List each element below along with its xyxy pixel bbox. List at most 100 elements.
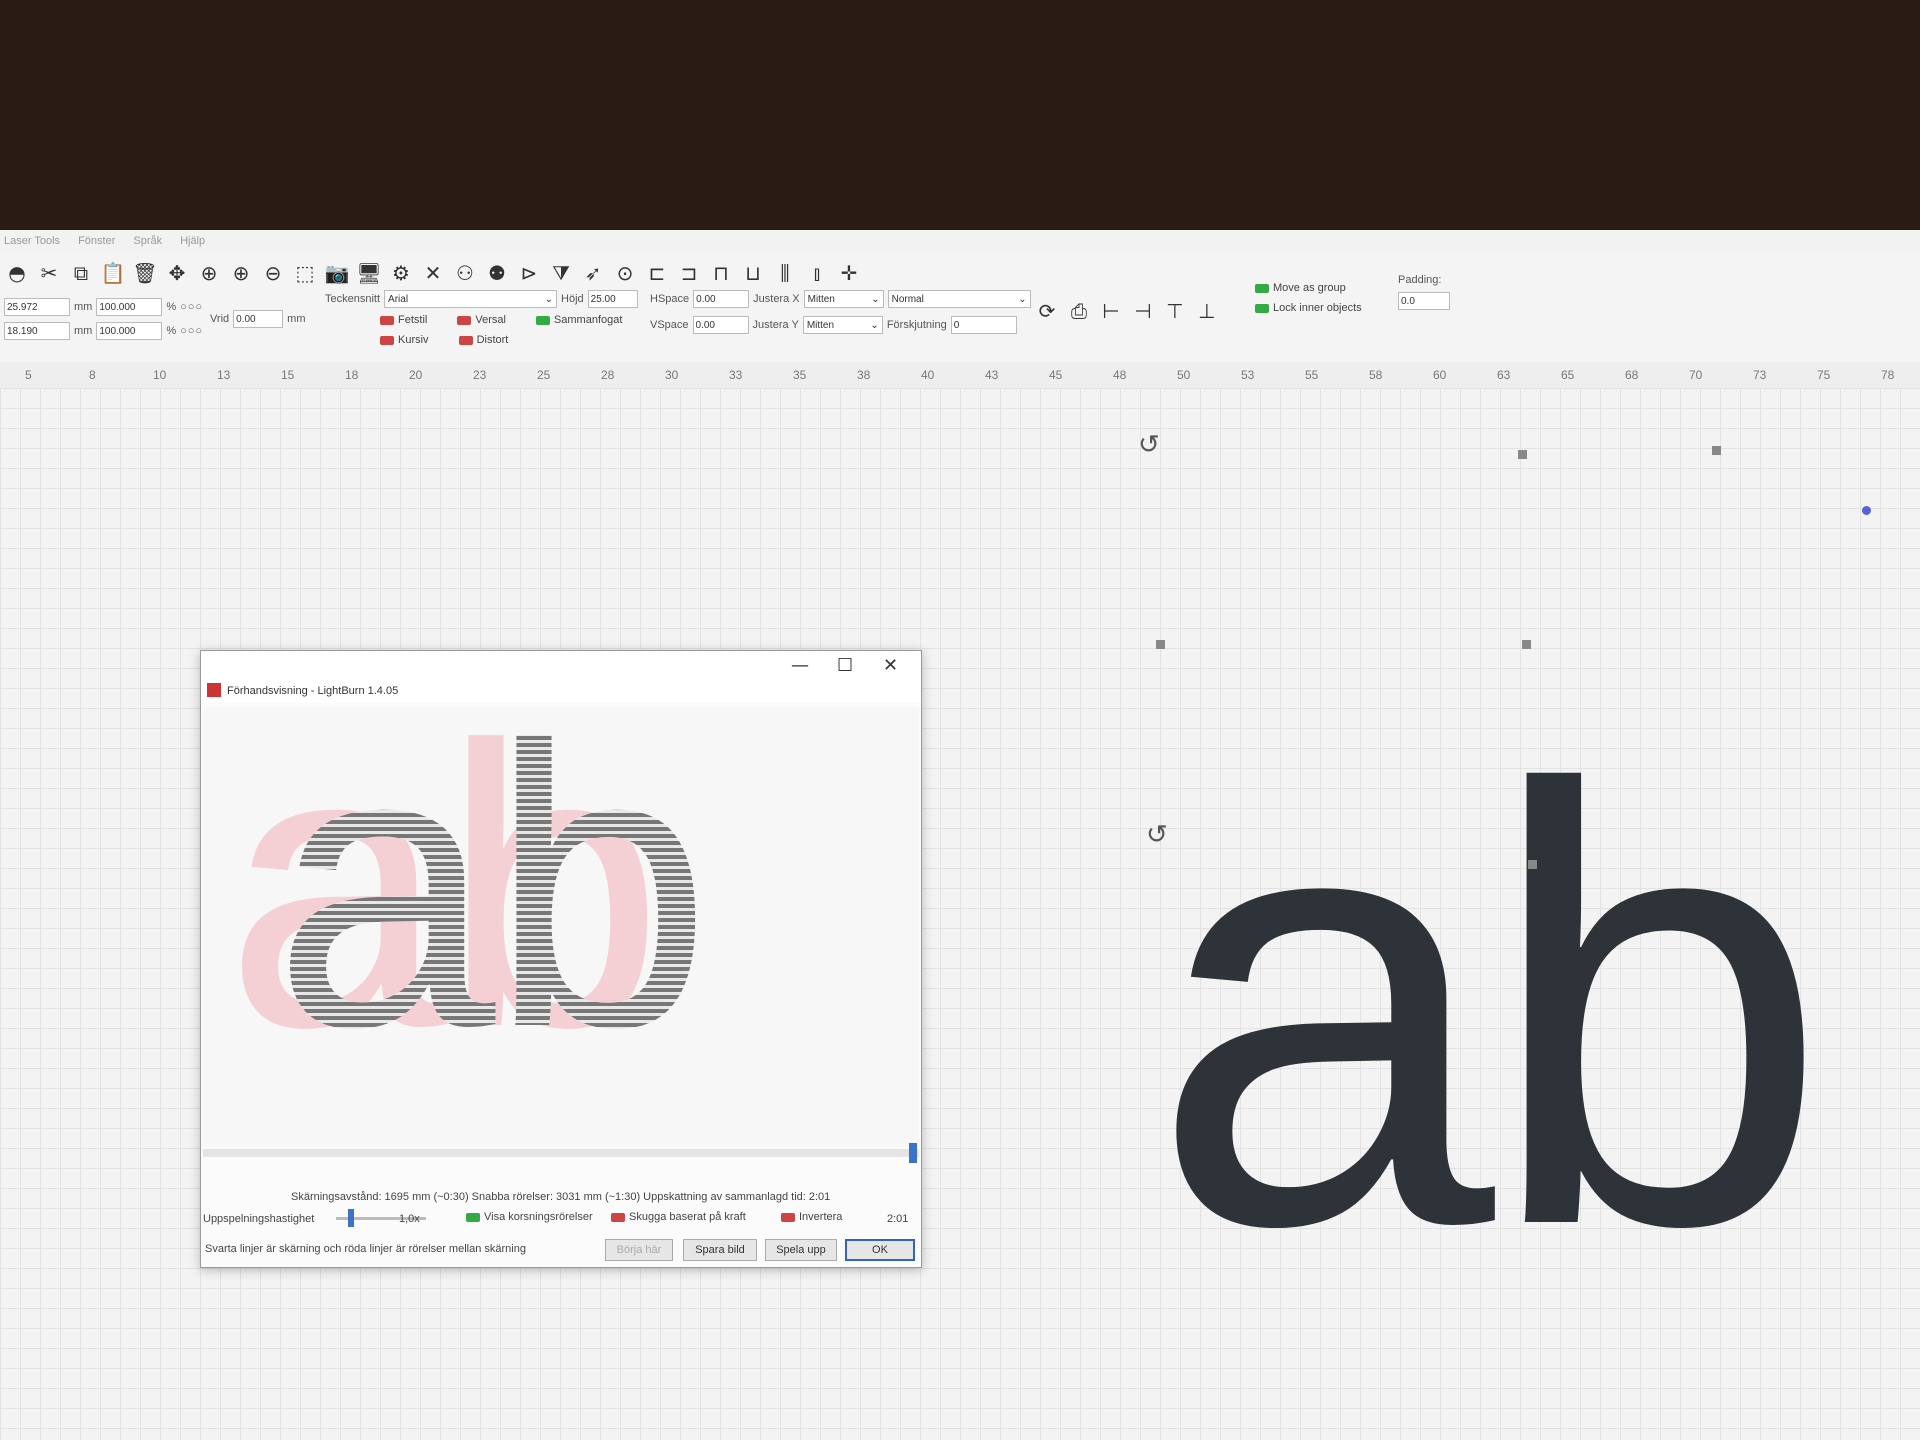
ruler-tick-label: 10	[153, 368, 167, 382]
copy-icon[interactable]: ⧉	[68, 260, 94, 286]
open-icon[interactable]: ◓	[4, 260, 30, 286]
padding-input[interactable]	[1398, 292, 1450, 310]
start-here-button[interactable]: Börja här	[605, 1239, 673, 1261]
target-icon[interactable]: ⊙	[612, 260, 638, 286]
bold-toggle[interactable]: Fetstil	[380, 314, 427, 326]
toggle-indicator	[535, 315, 550, 325]
show-traversal-toggle[interactable]: Visa korsningsrörelser	[466, 1211, 593, 1223]
align-left-icon[interactable]: ⊏	[644, 260, 670, 286]
distribute-h-icon[interactable]: ⫼	[772, 260, 798, 286]
selection-handle-bottom[interactable]	[1528, 860, 1537, 869]
dock-top-icon[interactable]: ⊤	[1162, 298, 1188, 324]
send-icon[interactable]: ➶	[580, 260, 606, 286]
menu-item-window[interactable]: Fönster	[78, 235, 115, 247]
settings-icon[interactable]: ⚙	[388, 260, 414, 286]
width-row: mm % ○○○	[4, 298, 203, 316]
align-y-select[interactable]: Mitten ⌄	[802, 316, 883, 334]
ruler-tick-label: 15	[281, 368, 295, 382]
camera-icon[interactable]: 📷	[324, 260, 350, 286]
width-input[interactable]	[4, 298, 70, 316]
mirror-icon[interactable]: ⧩	[548, 260, 574, 286]
cut-icon[interactable]: ✂	[36, 260, 62, 286]
selection-handle-top-right[interactable]	[1712, 446, 1721, 455]
canvas-text-object[interactable]: ab	[1150, 698, 1830, 1318]
preview-time: 2:01	[887, 1213, 909, 1225]
zoom-fit-icon[interactable]: ⊕	[196, 260, 222, 286]
group-options: Move as group Lock inner objects	[1255, 282, 1362, 314]
align-x-label: Justera X	[753, 293, 800, 305]
origin-grid-icon-2[interactable]: ○○○	[180, 325, 203, 337]
toggle-indicator	[611, 1212, 625, 1222]
zoom-in-icon[interactable]: ⊕	[228, 260, 254, 286]
upper-label: Versal	[475, 314, 506, 326]
menu-item-laser-tools[interactable]: Laser Tools	[4, 235, 60, 247]
lock-inner-toggle[interactable]: Lock inner objects	[1255, 302, 1362, 314]
align-bottom-icon[interactable]: ⊔	[740, 260, 766, 286]
frame-selection-icon[interactable]: ⬚	[292, 260, 318, 286]
toggle-indicator	[1255, 283, 1269, 293]
close-icon[interactable]: ✕	[883, 655, 898, 676]
welded-toggle[interactable]: Sammanfogat	[535, 314, 622, 326]
paste-icon[interactable]: 📋	[100, 260, 126, 286]
minimize-icon[interactable]: —	[791, 655, 809, 676]
dock-right-icon[interactable]: ⊣	[1130, 298, 1156, 324]
selection-handle-right[interactable]	[1862, 506, 1871, 515]
menu-item-help[interactable]: Hjälp	[180, 235, 205, 247]
dialog-titlebar[interactable]: Förhandsvisning - LightBurn 1.4.05 — ☐ ✕	[201, 651, 921, 703]
delete-icon[interactable]: 🗑	[132, 260, 158, 286]
vspace-input[interactable]	[692, 316, 749, 334]
invert-toggle[interactable]: Invertera	[781, 1211, 842, 1223]
ok-button[interactable]: OK	[845, 1239, 915, 1261]
toggle-indicator	[466, 1212, 480, 1222]
rotate-handle-icon[interactable]: ↺	[1138, 430, 1160, 460]
toggle-indicator	[1255, 303, 1269, 313]
ungroup-icon[interactable]: ⚉	[484, 260, 510, 286]
height-input[interactable]	[4, 322, 70, 340]
tools-icon[interactable]: ✕	[420, 260, 446, 286]
scale-height-input[interactable]	[96, 322, 163, 340]
text-height-label: Höjd	[561, 293, 584, 305]
zoom-out-icon[interactable]: ⊖	[260, 260, 286, 286]
shade-power-toggle[interactable]: Skugga baserat på kraft	[611, 1211, 746, 1223]
monitor-icon[interactable]: 🖥	[356, 260, 382, 286]
maximize-icon[interactable]: ☐	[837, 655, 853, 676]
font-select[interactable]: Arial ⌄	[384, 290, 558, 308]
chevron-down-icon: ⌄	[1018, 293, 1027, 305]
ruler-tick-label: 48	[1113, 368, 1127, 382]
align-x-select[interactable]: Mitten ⌄	[803, 290, 884, 308]
menu-item-language[interactable]: Språk	[133, 235, 162, 247]
italic-toggle[interactable]: Kursiv	[380, 334, 429, 346]
preview-progress-thumb[interactable]	[909, 1143, 917, 1163]
move-as-group-toggle[interactable]: Move as group	[1255, 282, 1346, 294]
text-height-input[interactable]	[587, 290, 638, 308]
selection-handle-left[interactable]	[1156, 640, 1165, 649]
flip-horizontal-icon[interactable]: ⊳	[516, 260, 542, 286]
dock-left-icon[interactable]: ⊢	[1098, 298, 1124, 324]
origin-grid-icon[interactable]: ○○○	[180, 301, 203, 313]
preview-progress-bar[interactable]	[203, 1143, 919, 1163]
mode-select[interactable]: Normal ⌄	[887, 290, 1031, 308]
distribute-v-icon[interactable]: ⫾	[804, 260, 830, 286]
upper-toggle[interactable]: Versal	[457, 314, 506, 326]
height-row: mm % ○○○	[4, 322, 203, 340]
dock-bottom-icon[interactable]: ⊥	[1194, 298, 1220, 324]
align-right-icon[interactable]: ⊐	[676, 260, 702, 286]
speed-slider-thumb[interactable]	[348, 1209, 354, 1227]
distort-toggle[interactable]: Distort	[458, 334, 508, 346]
save-image-button[interactable]: Spara bild	[683, 1239, 757, 1261]
scale-width-input[interactable]	[96, 298, 163, 316]
move-icon[interactable]: ✥	[164, 260, 190, 286]
print-icon[interactable]: ⎙	[1066, 298, 1092, 324]
preview-canvas[interactable]: ab ab	[203, 707, 919, 1147]
rotate-handle-icon-bottom[interactable]: ↺	[1146, 820, 1168, 850]
selection-handle-top[interactable]	[1518, 450, 1527, 459]
play-button[interactable]: Spela upp	[765, 1239, 837, 1261]
align-top-icon[interactable]: ⊓	[708, 260, 734, 286]
hspace-input[interactable]	[693, 290, 750, 308]
offset-input[interactable]	[950, 316, 1017, 334]
selection-handle-center[interactable]	[1522, 640, 1531, 649]
rotate-input[interactable]	[233, 310, 284, 328]
rotate-icon[interactable]: ⟳	[1034, 298, 1060, 324]
center-icon[interactable]: ✛	[836, 260, 862, 286]
group-icon[interactable]: ⚇	[452, 260, 478, 286]
